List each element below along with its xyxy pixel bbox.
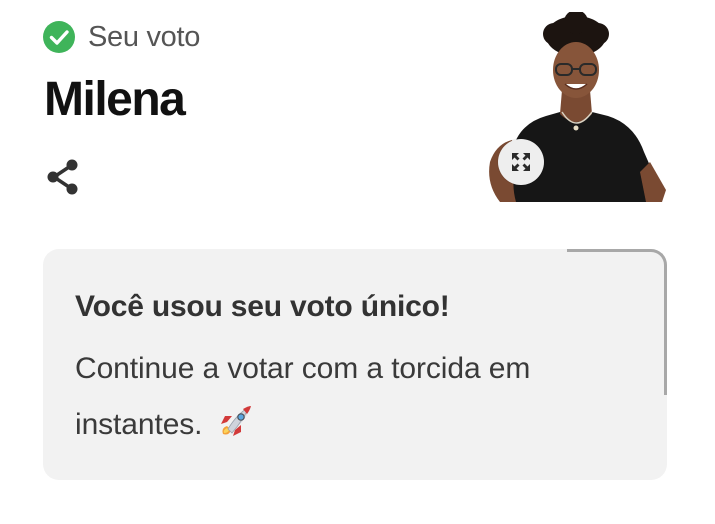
check-circle-icon bbox=[43, 21, 75, 53]
notice-body-text: Continue a votar com a torcida em instan… bbox=[75, 352, 531, 441]
notice-title: Você usou seu voto único! bbox=[75, 290, 450, 323]
share-button[interactable] bbox=[44, 157, 82, 197]
share-icon bbox=[47, 159, 78, 195]
expand-arrows-icon bbox=[512, 153, 530, 171]
single-vote-notice: Você usou seu voto único! Continue a vot… bbox=[43, 249, 667, 480]
rocket-icon bbox=[217, 404, 253, 440]
vote-status: Seu voto bbox=[42, 20, 200, 54]
vote-status-label: Seu voto bbox=[88, 20, 201, 53]
notice-body: Continue a votar com a torcida em instan… bbox=[75, 341, 615, 453]
candidate-name: Milena bbox=[44, 73, 186, 126]
expand-photo-button[interactable] bbox=[498, 139, 544, 185]
